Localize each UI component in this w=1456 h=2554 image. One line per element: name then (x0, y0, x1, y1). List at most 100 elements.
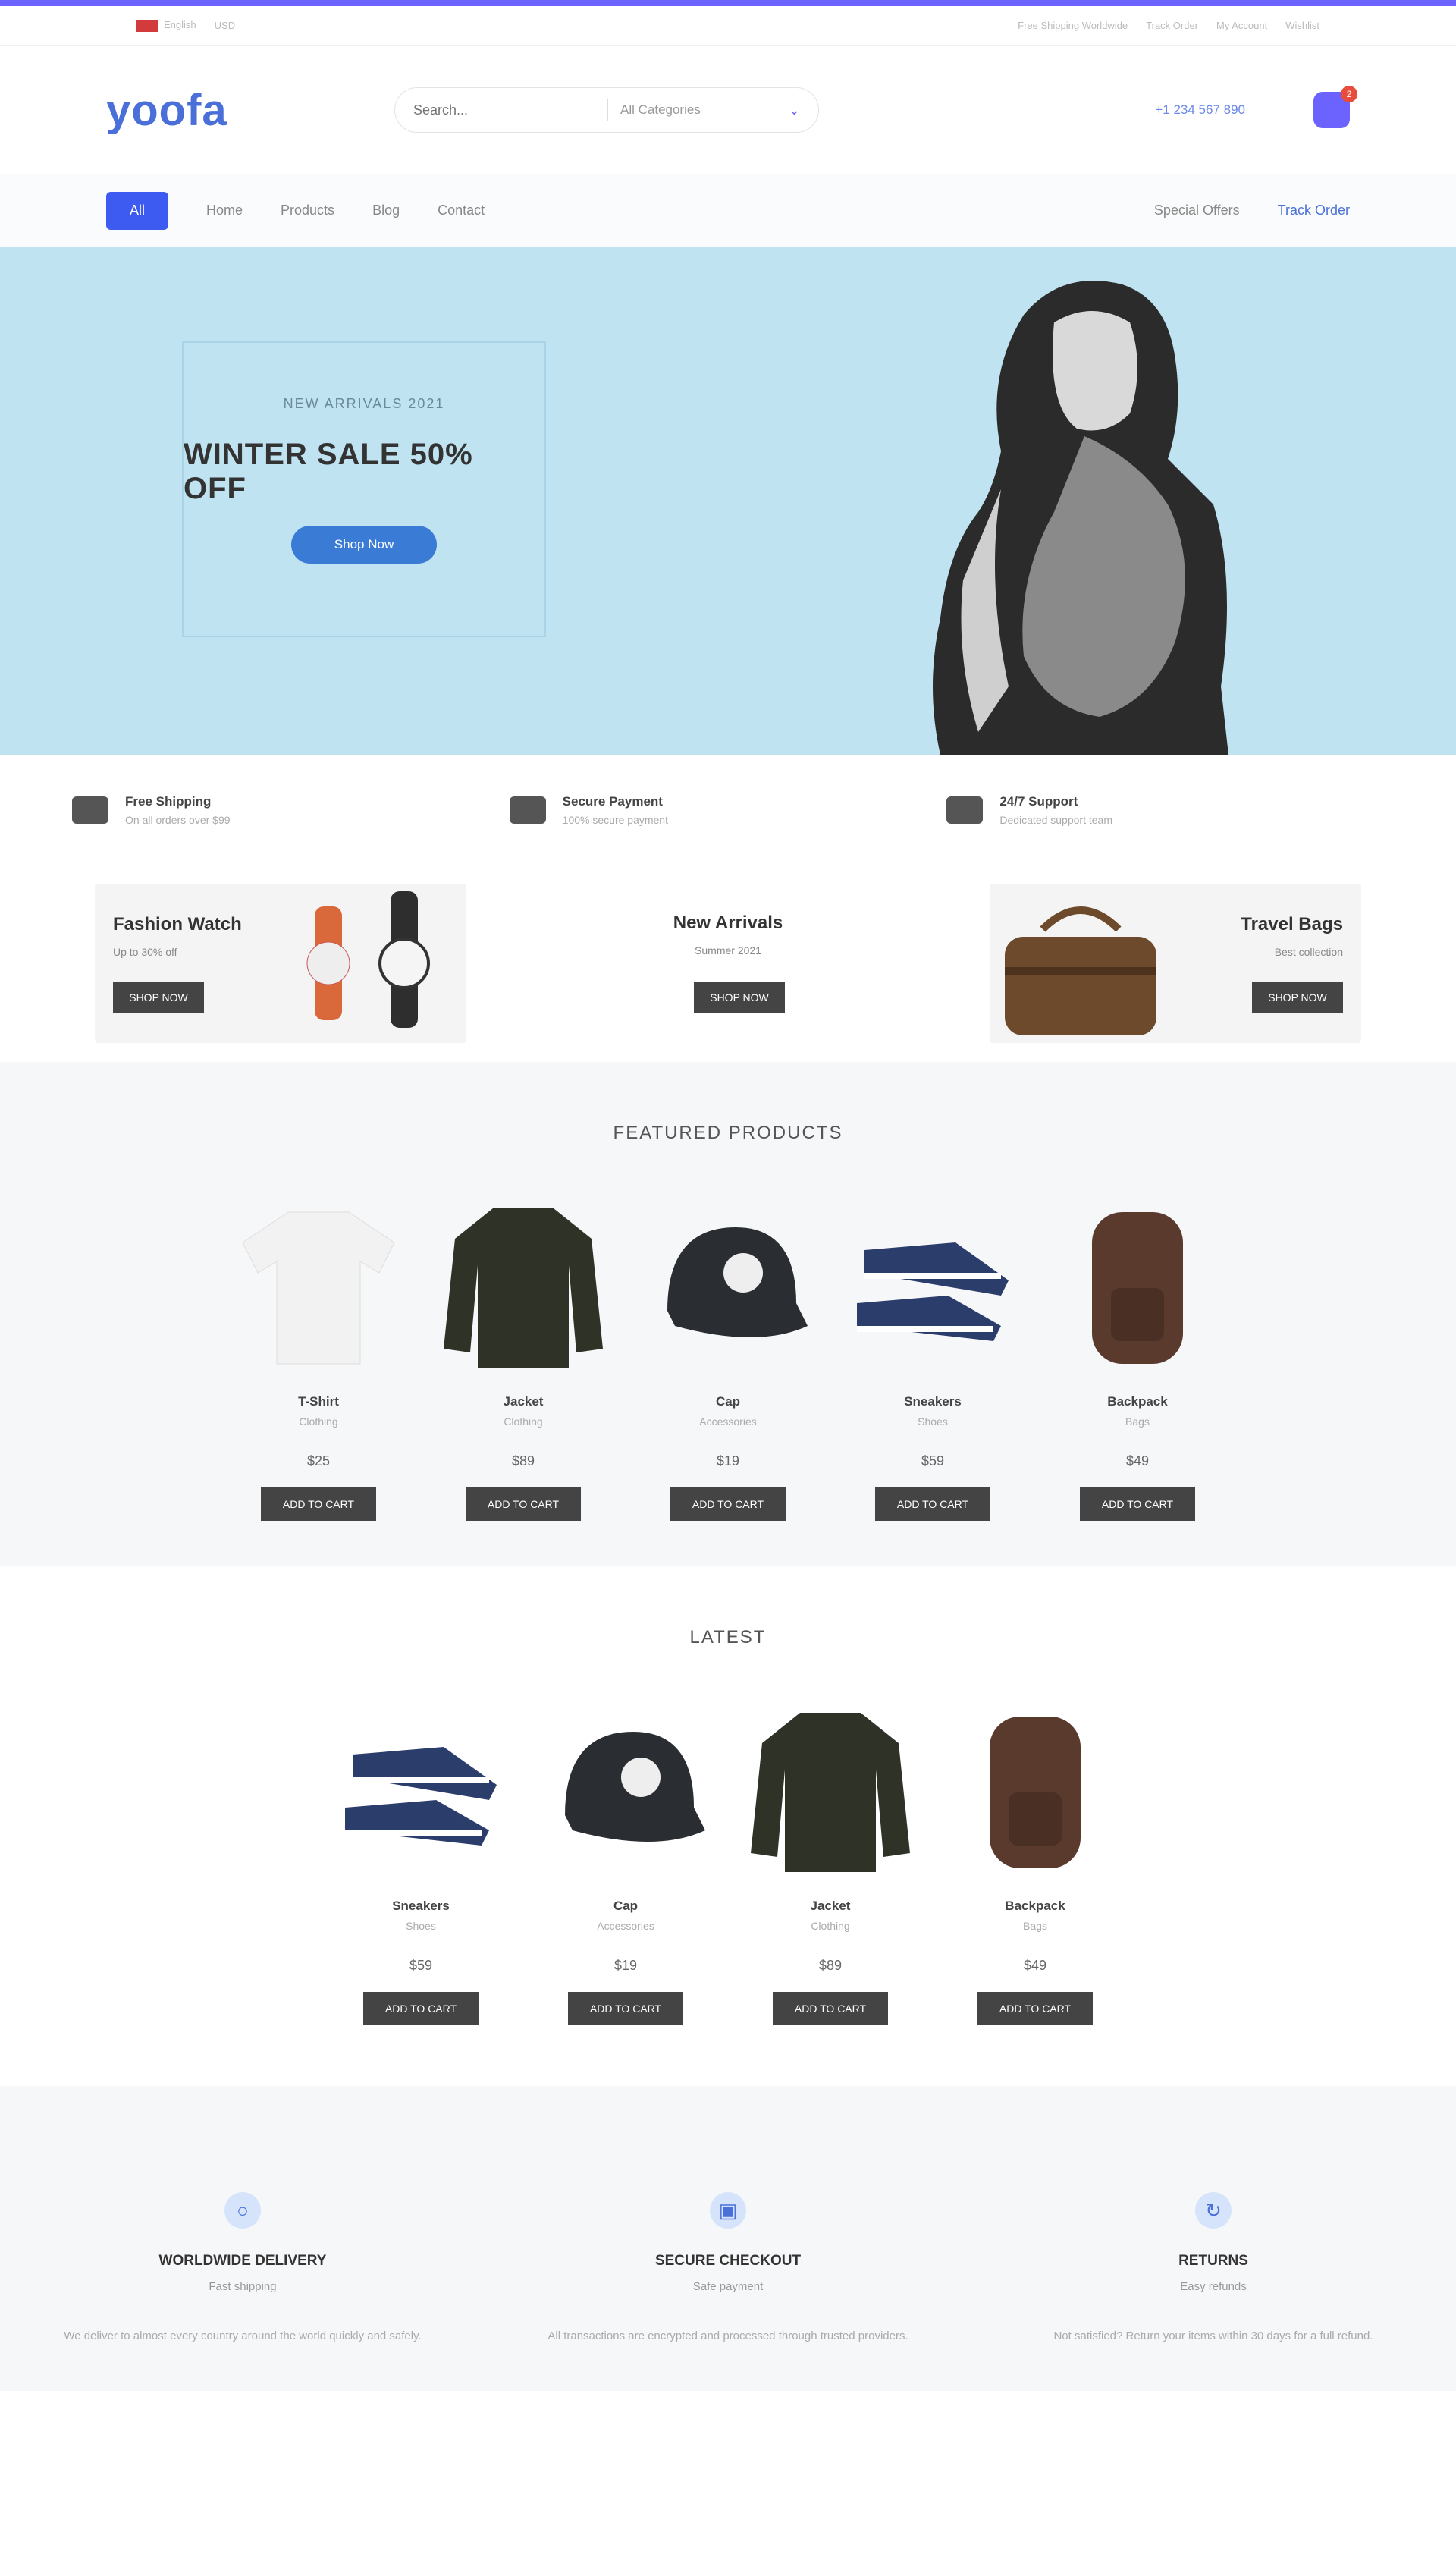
add-to-cart-button[interactable]: ADD TO CART (670, 1487, 786, 1521)
banner-title: New Arrivals (673, 913, 783, 933)
feature-desc: 100% secure payment (562, 813, 668, 826)
add-to-cart-button[interactable]: ADD TO CART (875, 1487, 990, 1521)
banner-watch[interactable]: Fashion Watch Up to 30% off SHOP NOW (95, 884, 466, 1043)
product-card[interactable]: Jacket Clothing $89 ADD TO CART (743, 1694, 918, 2025)
service-title: SECURE CHECKOUT (654, 2253, 802, 2269)
all-categories-button[interactable]: All (106, 191, 168, 230)
banner-button[interactable]: SHOP NOW (113, 982, 204, 1013)
chevron-down-icon[interactable]: ⌄ (789, 102, 800, 118)
truck-icon (72, 796, 108, 824)
banner-bags[interactable]: Travel Bags Best collection SHOP NOW (990, 884, 1361, 1043)
product-category: Accessories (699, 1415, 757, 1428)
product-price: $89 (511, 1453, 535, 1469)
banner-desc: Up to 30% off (113, 946, 177, 958)
banner-new-arrivals[interactable]: New Arrivals Summer 2021 SHOP NOW (542, 884, 914, 1043)
add-to-cart-button[interactable]: ADD TO CART (773, 1992, 888, 2025)
product-card[interactable]: Backpack Bags $49 ADD TO CART (1050, 1189, 1225, 1521)
sneakers-image (334, 1694, 508, 1883)
top-accent-line (0, 0, 1456, 6)
language-select[interactable]: English (136, 19, 196, 32)
product-category: Clothing (811, 1920, 850, 1932)
headset-icon (946, 796, 984, 824)
watch-image (306, 891, 430, 1028)
feature-desc: On all orders over $99 (125, 813, 231, 826)
cap-image (641, 1189, 815, 1379)
feature-payment: Secure Payment 100% secure payment (509, 794, 947, 826)
main-nav: All Home Products Blog Contact Special O… (0, 174, 1456, 247)
bag-image (1005, 906, 1156, 1035)
product-price: $89 (818, 1958, 843, 1973)
promo-banners: Fashion Watch Up to 30% off SHOP NOW New… (0, 865, 1456, 1062)
add-to-cart-button[interactable]: ADD TO CART (261, 1487, 376, 1521)
product-price: $19 (613, 1958, 638, 1973)
featured-section: FEATURED PRODUCTS T-Shirt Clothing $25 A… (0, 1062, 1456, 1566)
add-to-cart-button[interactable]: ADD TO CART (1080, 1487, 1195, 1521)
logo[interactable]: yoofa (106, 85, 394, 136)
header: yoofa All Categories ⌄ +1 234 567 890 2 (0, 46, 1456, 174)
topbar-link-account[interactable]: My Account (1216, 20, 1267, 31)
hero-text-box: NEW ARRIVALS 2021 WINTER SALE 50% OFF Sh… (182, 341, 546, 637)
product-card[interactable]: Backpack Bags $49 ADD TO CART (948, 1694, 1122, 2025)
product-card[interactable]: Cap Accessories $19 ADD TO CART (641, 1189, 815, 1521)
nav-item-products[interactable]: Products (281, 203, 334, 218)
latest-title: LATEST (689, 1627, 767, 1648)
service-desc: Fast shipping (209, 2280, 277, 2293)
add-to-cart-button[interactable]: ADD TO CART (363, 1992, 479, 2025)
banner-button[interactable]: SHOP NOW (1252, 982, 1343, 1013)
product-card[interactable]: Sneakers Shoes $59 ADD TO CART (846, 1189, 1020, 1521)
product-card[interactable]: Sneakers Shoes $59 ADD TO CART (334, 1694, 508, 2025)
product-name: T-Shirt (298, 1394, 339, 1409)
add-to-cart-button[interactable]: ADD TO CART (466, 1487, 581, 1521)
hero-model-image (933, 281, 1228, 755)
product-price: $49 (1125, 1453, 1150, 1469)
product-name: Jacket (810, 1899, 851, 1913)
product-category: Accessories (597, 1920, 654, 1932)
hero-shop-button[interactable]: Shop Now (291, 526, 437, 564)
service-text: Not satisfied? Return your items within … (1053, 2329, 1373, 2342)
cart-button[interactable]: 2 (1313, 86, 1357, 128)
backpack-image (948, 1694, 1122, 1883)
globe-icon: ○ (224, 2192, 261, 2229)
phone-number[interactable]: +1 234 567 890 (1155, 102, 1245, 118)
service-desc: Easy refunds (1180, 2280, 1247, 2293)
cap-image (538, 1694, 713, 1883)
nav-track-order[interactable]: Track Order (1278, 203, 1350, 218)
category-select[interactable]: All Categories (620, 102, 777, 118)
product-name: Cap (715, 1394, 741, 1409)
service-title: RETURNS (1178, 2253, 1248, 2269)
nav-item-blog[interactable]: Blog (372, 203, 400, 218)
product-card[interactable]: Cap Accessories $19 ADD TO CART (538, 1694, 713, 2025)
product-category: Shoes (406, 1920, 436, 1932)
product-category: Shoes (918, 1415, 948, 1428)
nav-special-offers[interactable]: Special Offers (1154, 203, 1240, 218)
search-input[interactable] (413, 102, 595, 118)
product-category: Clothing (299, 1415, 338, 1428)
currency-select[interactable]: USD (215, 20, 235, 31)
banner-title: Travel Bags (1241, 914, 1343, 935)
topbar-link-wishlist[interactable]: Wishlist (1285, 20, 1320, 31)
add-to-cart-button[interactable]: ADD TO CART (568, 1992, 683, 2025)
jacket-image (743, 1694, 918, 1883)
banner-button[interactable]: SHOP NOW (694, 982, 785, 1013)
topbar-link-track[interactable]: Track Order (1146, 20, 1198, 31)
add-to-cart-button[interactable]: ADD TO CART (977, 1992, 1093, 2025)
banner-desc: Summer 2021 (695, 944, 761, 957)
product-category: Bags (1125, 1415, 1150, 1428)
banner-desc: Best collection (1274, 946, 1343, 958)
feature-title: Free Shipping (125, 793, 212, 809)
product-card[interactable]: T-Shirt Clothing $25 ADD TO CART (231, 1189, 406, 1521)
service-checkout: ▣ SECURE CHECKOUT Safe payment All trans… (516, 2192, 940, 2345)
backpack-image (1050, 1189, 1225, 1379)
feature-desc: Dedicated support team (999, 813, 1112, 826)
product-name: Sneakers (904, 1394, 962, 1409)
product-card[interactable]: Jacket Clothing $89 ADD TO CART (436, 1189, 610, 1521)
nav-item-contact[interactable]: Contact (438, 203, 485, 218)
product-name: Backpack (1107, 1394, 1168, 1409)
latest-grid: Sneakers Shoes $59 ADD TO CART Cap Acces… (0, 1694, 1456, 2025)
feature-shipping: Free Shipping On all orders over $99 (72, 794, 510, 826)
service-delivery: ○ WORLDWIDE DELIVERY Fast shipping We de… (30, 2192, 455, 2345)
top-bar: English USD Free Shipping Worldwide Trac… (0, 6, 1456, 46)
flag-icon (136, 19, 158, 32)
nav-item-home[interactable]: Home (206, 203, 243, 218)
topbar-link-shipping[interactable]: Free Shipping Worldwide (1018, 20, 1128, 31)
